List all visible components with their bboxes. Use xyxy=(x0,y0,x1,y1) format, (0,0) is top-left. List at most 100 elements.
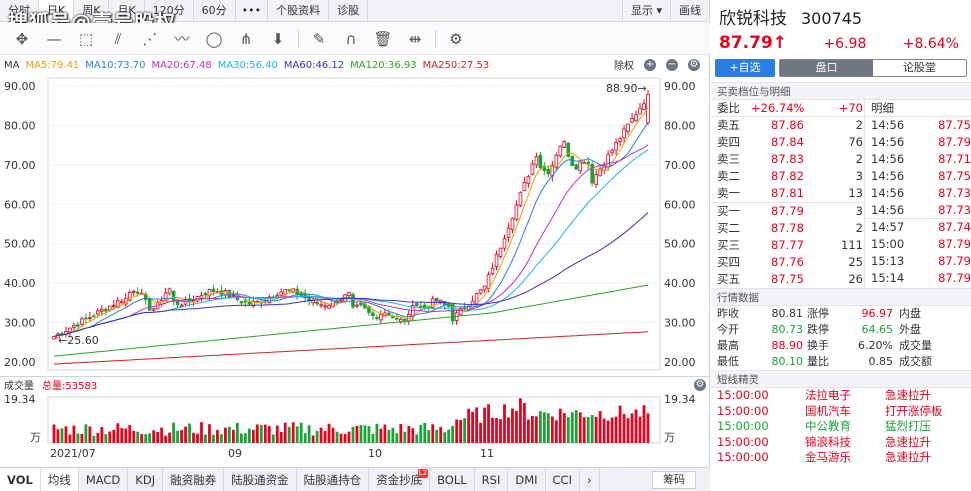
volume-bar xyxy=(64,426,68,443)
volume-bar xyxy=(164,435,168,443)
alert-row[interactable]: 15:00:00 法拉电子 急速拉升 xyxy=(711,388,971,404)
volume-bar xyxy=(323,431,327,443)
alert-stock: 锦浪科技 xyxy=(805,434,851,449)
volume-chart[interactable]: 19.34 19.34 万 万 2021/07 09 10 11 xyxy=(0,393,710,467)
volume-total: 总量:53583 xyxy=(42,381,98,392)
short-title: 短线精灵 xyxy=(711,370,971,388)
more-tabs-button[interactable]: ••• xyxy=(236,0,269,22)
candle-body xyxy=(151,308,156,311)
trash-icon[interactable]: 🗑 xyxy=(367,26,399,52)
arrow-down-icon[interactable]: ⬇ xyxy=(262,26,294,52)
volume-bar xyxy=(231,429,235,443)
alert-row[interactable]: 15:00:00 中公教育 猛烈打压 xyxy=(711,419,971,435)
volume-bar xyxy=(200,422,203,443)
tab-margin[interactable]: 融资融券 xyxy=(163,467,225,491)
alert-row[interactable]: 15:00:00 国机汽车 打开涨停板 xyxy=(711,404,971,420)
candle-body xyxy=(399,319,403,322)
fan-icon[interactable]: ⫽ xyxy=(102,26,134,52)
tab-bottom-fish[interactable]: 资金抄底 L2 xyxy=(369,467,431,491)
bid-volume: 26 xyxy=(848,272,863,286)
tab-diagnosis[interactable]: 诊股 xyxy=(329,0,369,22)
bid-price: 87.76 xyxy=(771,255,804,269)
price-change: +6.98 xyxy=(823,36,867,52)
bid-volume: 25 xyxy=(848,255,863,269)
tab-kdj[interactable]: KDJ xyxy=(128,467,164,491)
volume-bar xyxy=(315,430,319,443)
alert-row[interactable]: 15:00:00 锦浪科技 急速拉升 xyxy=(711,435,971,451)
tab-forum[interactable]: 论股堂 xyxy=(873,60,966,76)
tabs-next-button[interactable]: › xyxy=(580,467,600,491)
orderbook: 委比 +26.74% +70 卖五 87.86 2 卖四 87.84 76 卖三 87.83 2… xyxy=(711,100,971,288)
y-tick-label: 40.00 xyxy=(4,277,36,290)
volume-bar xyxy=(192,432,195,443)
volume-bar xyxy=(495,417,498,443)
volume-bar xyxy=(140,434,144,443)
volume-bar xyxy=(76,433,80,443)
ask-label: 卖二 xyxy=(717,169,740,183)
zoom-out-icon[interactable]: − xyxy=(666,58,678,71)
ma30-line xyxy=(53,149,649,337)
quote-label: 成交额 xyxy=(899,355,932,368)
detail-label: 明细 xyxy=(865,100,971,117)
alert-row[interactable]: 15:00:00 金马游乐 急速拉升 xyxy=(711,450,971,466)
trade-price: 87.79 xyxy=(938,271,971,285)
trade-time: 14:56 xyxy=(871,118,905,132)
ask-price: 87.81 xyxy=(771,186,804,200)
tab-vol[interactable]: VOL xyxy=(0,467,41,491)
alert-time: 15:00:00 xyxy=(717,419,769,433)
tab-60min[interactable]: 60分 xyxy=(194,0,236,22)
volume-bar xyxy=(347,431,351,443)
display-menu[interactable]: 显示 ▾ xyxy=(621,0,671,22)
tab-order-book[interactable]: 盘口 xyxy=(780,60,873,76)
tab-rsi[interactable]: RSI xyxy=(475,467,509,491)
settings-icon[interactable]: ⚙ xyxy=(694,379,706,391)
settings-icon[interactable]: ⚙ xyxy=(688,58,700,71)
draw-line-button[interactable]: 画线 xyxy=(671,0,710,22)
trade-row: 14:56 87.75 xyxy=(865,168,971,185)
candle-body xyxy=(395,317,399,320)
candle-body xyxy=(510,217,515,230)
tab-hk-hold[interactable]: 陆股通持仓 xyxy=(297,467,370,491)
ma250-value: MA250:27.53 xyxy=(422,59,490,71)
candle-body xyxy=(355,304,359,307)
tab-dmi[interactable]: DMI xyxy=(508,467,546,491)
candlestick-chart[interactable]: 90.00 90.00 80.00 80.00 70.00 70.00 60.00 60.00… xyxy=(0,74,710,376)
ask-label: 卖一 xyxy=(717,186,740,200)
trade-price: 87.79 xyxy=(938,254,971,268)
level2-badge: L2 xyxy=(417,468,429,478)
chip-button[interactable]: 筹码 xyxy=(652,470,696,489)
alert-event: 猛烈打压 xyxy=(885,419,931,433)
candle-body xyxy=(403,318,407,321)
alert-event: 急速拉升 xyxy=(885,388,931,402)
magnet-icon[interactable]: ∩ xyxy=(335,26,367,52)
tab-hk-flow[interactable]: 陆股通资金 xyxy=(224,467,297,491)
volume-bar xyxy=(618,405,622,443)
volume-bar xyxy=(391,427,395,443)
tab-macd[interactable]: MACD xyxy=(79,467,129,491)
move-icon[interactable]: ✥ xyxy=(6,26,38,52)
zoom-in-icon[interactable]: + xyxy=(644,58,656,71)
candle-body xyxy=(518,192,523,206)
add-watchlist-button[interactable]: +自选 xyxy=(715,59,775,77)
circle-icon[interactable]: ◯ xyxy=(198,26,230,52)
line-icon[interactable]: — xyxy=(38,26,70,52)
adjust-mode[interactable]: 除权 xyxy=(614,57,634,72)
tab-cci[interactable]: CCI xyxy=(546,467,580,491)
wave-icon[interactable]: 〰 xyxy=(166,26,198,52)
tab-company-info[interactable]: 个股资料 xyxy=(268,0,330,22)
fork-icon[interactable]: ⋔ xyxy=(230,26,262,52)
polyline-icon[interactable]: ⋰ xyxy=(134,26,166,52)
volume-bar xyxy=(279,431,283,443)
eraser-icon[interactable]: ✎ xyxy=(303,26,335,52)
rect-icon[interactable]: ⬚ xyxy=(70,26,102,52)
volume-unit: 万 xyxy=(30,431,41,444)
settings-icon[interactable]: ⚙ xyxy=(440,26,472,52)
candle-body xyxy=(642,103,646,110)
candle-body xyxy=(562,141,567,148)
tab-boll[interactable]: BOLL xyxy=(430,467,475,491)
split-icon[interactable]: ⇹ xyxy=(399,26,431,52)
tab-ma[interactable]: 均线 xyxy=(40,467,79,491)
candle-body xyxy=(80,318,84,325)
ma10-value: MA10:73.70 xyxy=(85,59,146,71)
ma30-value: MA30:56.40 xyxy=(217,59,278,71)
